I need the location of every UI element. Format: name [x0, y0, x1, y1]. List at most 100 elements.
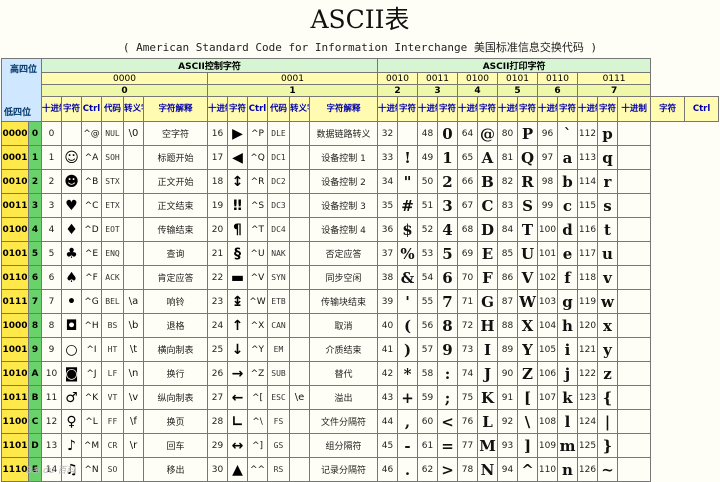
- escape-cell: [289, 121, 310, 146]
- char-cell: #: [397, 193, 418, 218]
- char-cell: f: [557, 265, 578, 290]
- row-binary: 1000: [1, 313, 29, 338]
- row-hex: 5: [28, 241, 42, 266]
- high-hex-header: 3: [417, 84, 458, 97]
- col-header-decimal: 十进制: [41, 96, 62, 122]
- code-cell: SYN: [267, 265, 290, 290]
- char-cell: z: [597, 361, 618, 386]
- symbol-cell: ▶: [227, 121, 248, 146]
- meaning-cell: 介质结束: [309, 337, 378, 362]
- decimal-cell: 12: [41, 409, 62, 434]
- symbol-cell: ♂: [61, 385, 82, 410]
- row-binary: 1010: [1, 361, 29, 386]
- char-cell: r: [597, 169, 618, 194]
- char-cell: u: [597, 241, 618, 266]
- meaning-cell: 数据链路转义: [309, 121, 378, 146]
- escape-cell: [123, 265, 144, 290]
- printable-group-header: ASCII打印字符: [376, 58, 652, 73]
- escape-cell: [289, 289, 310, 314]
- ctrl-cell: [616, 265, 652, 290]
- decimal-cell: 113: [577, 145, 598, 170]
- char-cell: (: [397, 313, 418, 338]
- char-cell: }: [597, 433, 618, 458]
- symbol-cell: ♠: [61, 265, 82, 290]
- table-row: 1101 D 13 ♪ ^M CR \r 回车 29 ↔ ^] GS 组分隔符 45-61 = 77 M 93] 1…: [1, 433, 719, 458]
- symbol-cell: ¶: [227, 217, 248, 242]
- high-bin-header: 0001: [207, 72, 378, 85]
- char-cell: h: [557, 313, 578, 338]
- decimal-cell: 116: [577, 217, 598, 242]
- col-header-decimal: 十进制: [207, 96, 228, 122]
- code-cell: DC3: [267, 193, 290, 218]
- decimal-cell: 25: [207, 337, 228, 362]
- col-header-char: 字符: [477, 96, 498, 122]
- char-cell: m: [557, 433, 578, 458]
- high-bin-header: 0110: [537, 72, 578, 85]
- low-nibble-label: 低四位: [4, 108, 32, 118]
- code-cell: ETX: [101, 193, 124, 218]
- decimal-cell: 71: [457, 289, 478, 314]
- decimal-cell: 103: [537, 289, 558, 314]
- escape-cell: \r: [123, 433, 144, 458]
- code-cell: NUL: [101, 121, 124, 146]
- row-binary: 0110: [1, 265, 29, 290]
- high-bin-header: 0100: [457, 72, 498, 85]
- escape-cell: [289, 433, 310, 458]
- ctrl-cell: [616, 169, 652, 194]
- col-header-meaning: 字符解释: [143, 96, 208, 122]
- meaning-cell: 取消: [309, 313, 378, 338]
- code-cell: ENQ: [101, 241, 124, 266]
- decimal-cell: 35: [377, 193, 398, 218]
- col-header-char: 字符: [650, 96, 686, 122]
- code-cell: CR: [101, 433, 124, 458]
- char-cell: p: [597, 121, 618, 146]
- row-binary: 0100: [1, 217, 29, 242]
- char-cell: 5: [437, 241, 458, 266]
- symbol-cell: ↔: [227, 433, 248, 458]
- table-row: 0001 1 1 ☺ ^A SOH 标题开始 17 ◀ ^Q DC1 设备控制 1 33! 49 1 65 A 8…: [1, 145, 719, 170]
- row-binary: 1001: [1, 337, 29, 362]
- char-cell: Q: [517, 145, 538, 170]
- row-hex: 1: [28, 145, 42, 170]
- decimal-cell: 53: [417, 241, 438, 266]
- char-cell: 3: [437, 193, 458, 218]
- high-bin-header: 0000: [41, 72, 208, 85]
- char-cell: Z: [517, 361, 538, 386]
- col-header-char: 字符: [437, 96, 458, 122]
- escape-cell: [289, 169, 310, 194]
- code-cell: SOH: [101, 145, 124, 170]
- decimal-cell: 82: [497, 169, 518, 194]
- ctrl-cell: ^R: [247, 169, 268, 194]
- code-cell: EM: [267, 337, 290, 362]
- decimal-cell: 64: [457, 121, 478, 146]
- meaning-cell: 换页: [143, 409, 208, 434]
- char-cell: q: [597, 145, 618, 170]
- decimal-cell: 124: [577, 409, 598, 434]
- decimal-cell: 115: [577, 193, 598, 218]
- decimal-cell: 61: [417, 433, 438, 458]
- decimal-cell: 74: [457, 361, 478, 386]
- escape-cell: \f: [123, 409, 144, 434]
- char-cell: >: [437, 457, 458, 482]
- ctrl-cell: ^Y: [247, 337, 268, 362]
- symbol-cell: §: [227, 241, 248, 266]
- col-header-code: 代码: [267, 96, 290, 122]
- char-cell: %: [397, 241, 418, 266]
- meaning-cell: 同步空闲: [309, 265, 378, 290]
- char-cell: 0: [437, 121, 458, 146]
- char-cell: c: [557, 193, 578, 218]
- decimal-cell: 105: [537, 337, 558, 362]
- char-cell: g: [557, 289, 578, 314]
- decimal-cell: 72: [457, 313, 478, 338]
- escape-cell: [289, 457, 310, 482]
- row-binary: 1011: [1, 385, 29, 410]
- meaning-cell: 设备控制 4: [309, 217, 378, 242]
- ctrl-cell: [616, 289, 652, 314]
- decimal-cell: 55: [417, 289, 438, 314]
- ctrl-cell: ^S: [247, 193, 268, 218]
- table-row: 1110 E 14 ♫ ^N SO 移出 30 ▲ ^^ RS 记录分隔符 46. 62 >78 N 94 ^ 11…: [1, 457, 719, 482]
- decimal-cell: 120: [577, 313, 598, 338]
- code-cell: FF: [101, 409, 124, 434]
- decimal-cell: 43: [377, 385, 398, 410]
- decimal-cell: 99: [537, 193, 558, 218]
